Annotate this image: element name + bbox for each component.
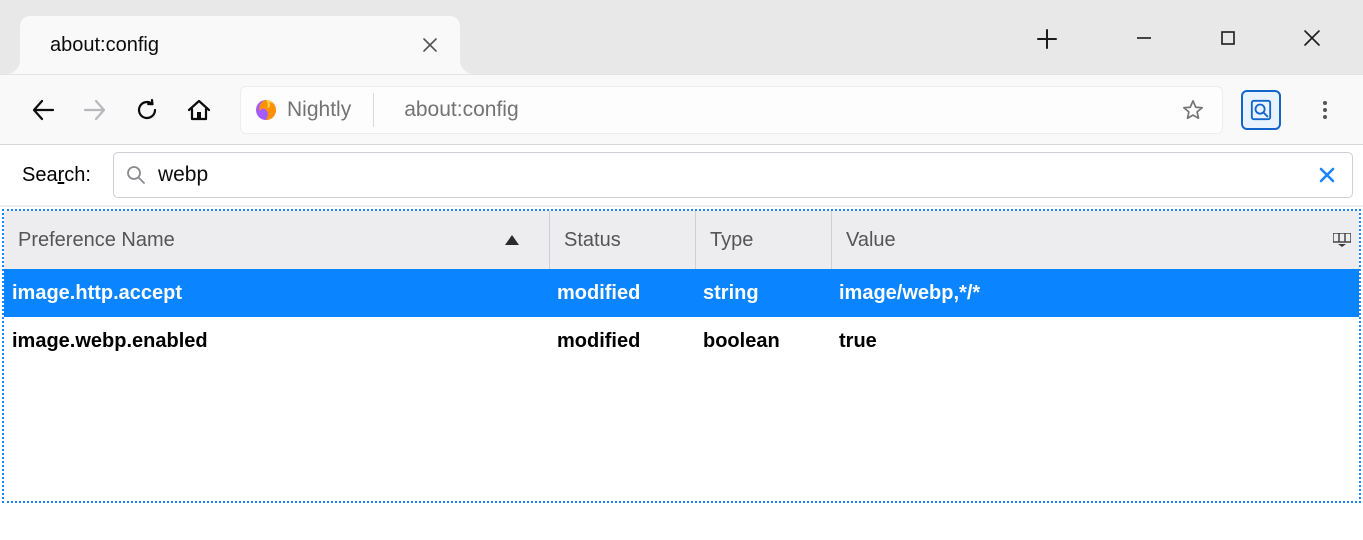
pref-type: boolean: [695, 330, 831, 353]
close-icon: [423, 38, 437, 52]
plus-icon: [1036, 28, 1058, 50]
pref-status: modified: [549, 282, 695, 305]
close-window-button[interactable]: [1297, 23, 1327, 53]
minimize-icon: [1135, 29, 1153, 47]
close-icon: [1303, 29, 1321, 47]
column-headers: Preference Name Status Type Value: [4, 211, 1359, 269]
nav-toolbar: Nightly about:config: [0, 75, 1363, 145]
column-header-status[interactable]: Status: [549, 211, 695, 269]
url-bar[interactable]: Nightly about:config: [240, 86, 1223, 134]
reader-or-search-button[interactable]: [1241, 90, 1281, 130]
arrow-left-icon: [30, 97, 56, 123]
sort-ascending-icon: [505, 235, 519, 245]
new-tab-button[interactable]: [1032, 24, 1062, 54]
url-text: about:config: [388, 98, 1164, 122]
magnify-page-icon: [1250, 99, 1272, 121]
close-tab-button[interactable]: [418, 33, 442, 57]
window-controls: [1129, 0, 1363, 75]
bookmark-button[interactable]: [1178, 87, 1208, 133]
arrow-right-icon: [82, 97, 108, 123]
column-header-name[interactable]: Preference Name: [4, 211, 549, 269]
column-picker-icon: [1333, 233, 1351, 247]
pref-name: image.http.accept: [4, 282, 549, 305]
minimize-button[interactable]: [1129, 23, 1159, 53]
close-icon: [1319, 167, 1335, 183]
pref-type: string: [695, 282, 831, 305]
back-button[interactable]: [20, 87, 66, 133]
maximize-button[interactable]: [1213, 23, 1243, 53]
kebab-icon: [1315, 100, 1335, 120]
prefs-rows: image.http.acceptmodifiedstringimage/web…: [4, 269, 1359, 501]
pref-row[interactable]: image.webp.enabledmodifiedbooleantrue: [4, 317, 1359, 365]
column-header-value[interactable]: Value: [831, 211, 1359, 269]
tab-title: about:config: [50, 34, 418, 57]
pref-value: image/webp,*/*: [831, 282, 1359, 305]
forward-button[interactable]: [72, 87, 118, 133]
pref-name: image.webp.enabled: [4, 330, 549, 353]
pref-value: true: [831, 330, 1359, 353]
browser-tab[interactable]: about:config: [20, 16, 460, 74]
pref-row[interactable]: image.http.acceptmodifiedstringimage/web…: [4, 269, 1359, 317]
reload-icon: [135, 98, 159, 122]
home-icon: [186, 97, 212, 123]
prefs-tree: Preference Name Status Type Value image.…: [2, 209, 1361, 503]
tab-strip: about:config: [0, 0, 1363, 75]
identity-box[interactable]: Nightly: [255, 93, 374, 127]
search-label: Search:: [22, 164, 91, 187]
clear-search-button[interactable]: [1314, 162, 1340, 188]
reload-button[interactable]: [124, 87, 170, 133]
column-picker-button[interactable]: [1329, 227, 1355, 253]
star-icon: [1182, 99, 1204, 121]
search-box: [113, 152, 1353, 198]
search-icon: [126, 165, 146, 185]
config-search-row: Search:: [0, 145, 1363, 207]
brand-label: Nightly: [287, 98, 351, 122]
firefox-icon: [255, 99, 277, 121]
column-header-type[interactable]: Type: [695, 211, 831, 269]
app-menu-button[interactable]: [1305, 90, 1345, 130]
search-input[interactable]: [158, 163, 1302, 187]
pref-status: modified: [549, 330, 695, 353]
home-button[interactable]: [176, 87, 222, 133]
maximize-icon: [1220, 30, 1236, 46]
